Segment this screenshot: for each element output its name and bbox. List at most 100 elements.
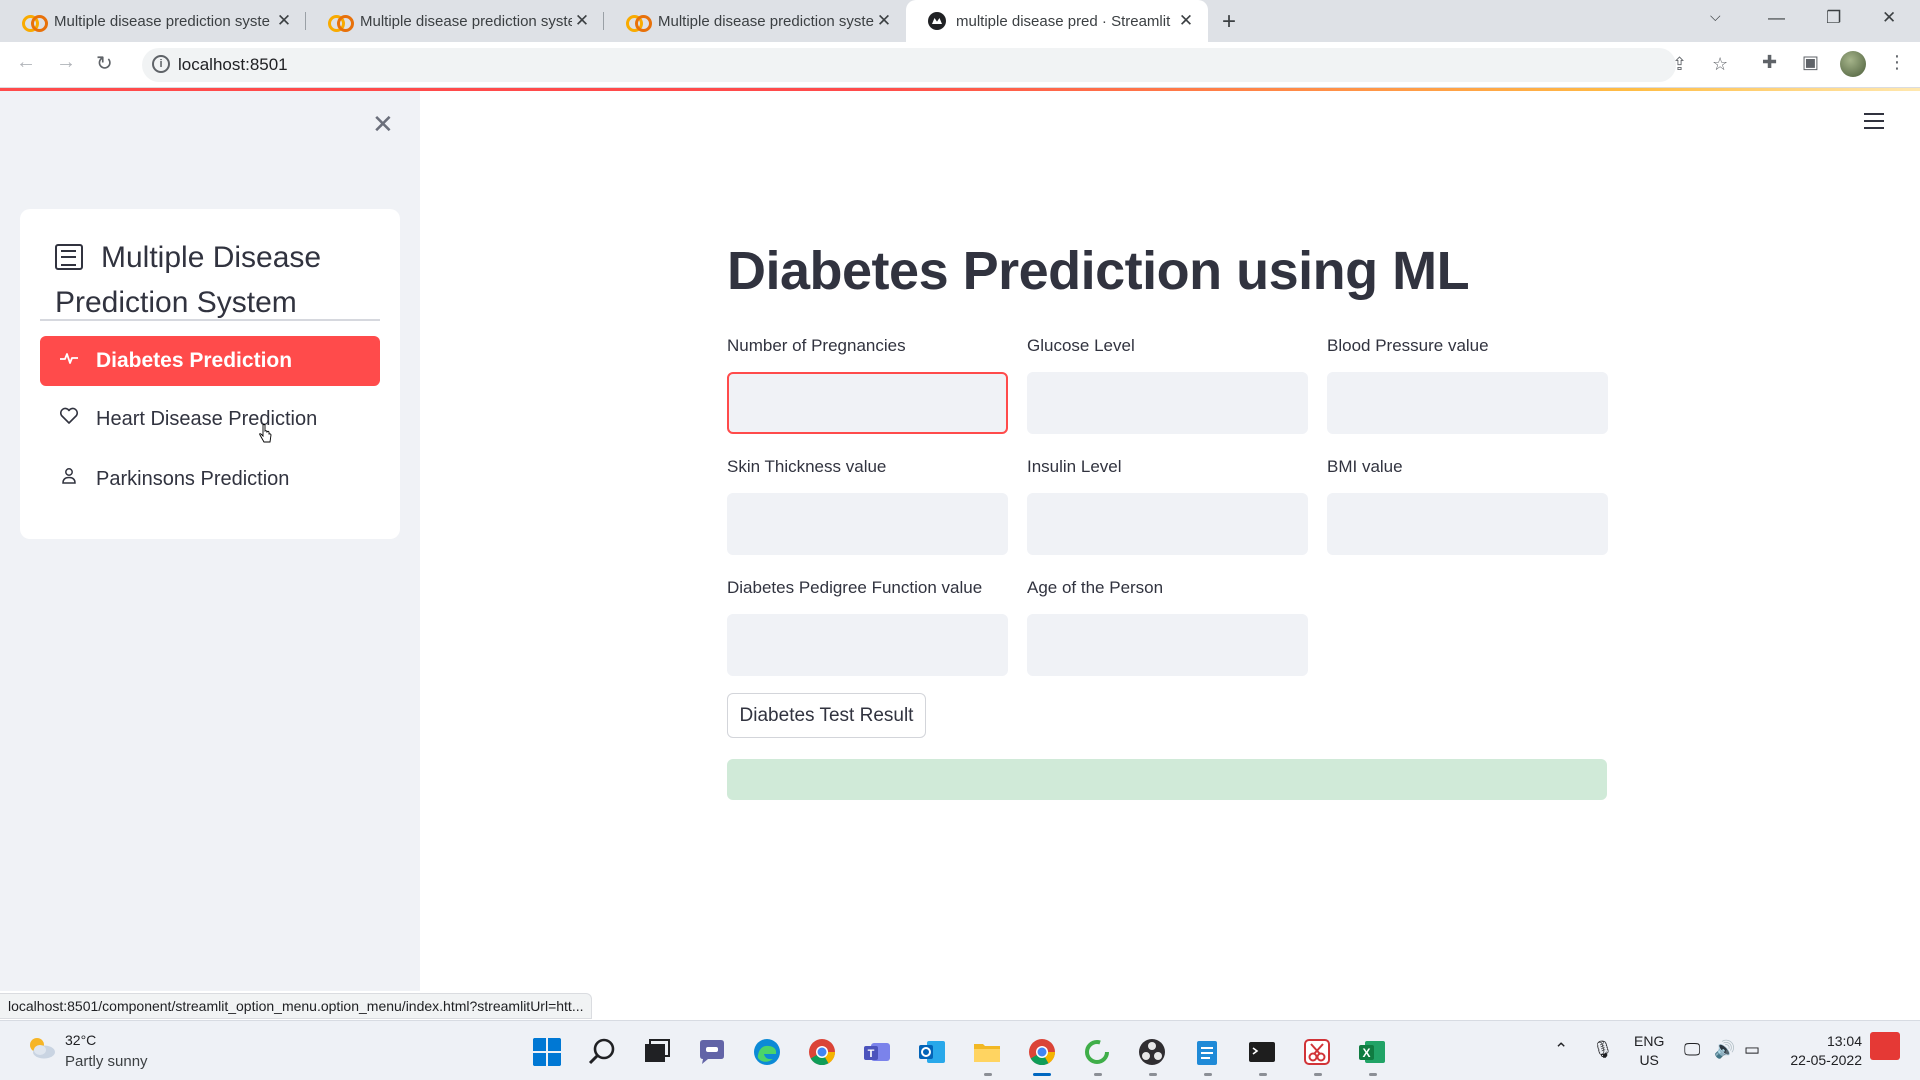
diabetes-test-result-button[interactable]: Diabetes Test Result bbox=[727, 693, 926, 738]
new-tab-icon[interactable]: + bbox=[1222, 8, 1236, 36]
menu-item-label: Heart Disease Prediction bbox=[96, 407, 318, 430]
menu-item-parkinsons-prediction[interactable]: Parkinsons Prediction bbox=[40, 454, 380, 504]
browser-tab[interactable]: Multiple disease prediction syste ✕ bbox=[604, 0, 906, 42]
weather-temperature[interactable]: 32°C bbox=[65, 1032, 96, 1048]
app-menu-icon[interactable] bbox=[1864, 113, 1884, 129]
tab-title: Multiple disease prediction syste bbox=[360, 12, 572, 30]
menu-item-diabetes-prediction[interactable]: Diabetes Prediction bbox=[40, 336, 380, 386]
page-title: Diabetes Prediction using ML bbox=[727, 241, 1470, 301]
pregnancies-input[interactable] bbox=[727, 372, 1008, 434]
forward-icon[interactable]: → bbox=[56, 51, 76, 74]
running-indicator bbox=[1369, 1073, 1377, 1076]
close-window-icon[interactable]: ✕ bbox=[1882, 8, 1896, 28]
insulin-input[interactable] bbox=[1027, 493, 1308, 555]
bmi-input[interactable] bbox=[1327, 493, 1608, 555]
status-url-preview: localhost:8501/component/streamlit_optio… bbox=[0, 993, 593, 1019]
tab-title: Multiple disease prediction syste bbox=[54, 12, 270, 30]
show-hidden-icons-icon[interactable]: ⌃ bbox=[1554, 1040, 1568, 1060]
chrome-icon[interactable] bbox=[807, 1037, 837, 1067]
reload-icon[interactable]: ↻ bbox=[96, 51, 113, 76]
age-input[interactable] bbox=[1027, 614, 1308, 676]
running-indicator bbox=[1094, 1073, 1102, 1076]
field-label: Glucose Level bbox=[1027, 336, 1135, 355]
windows-start-icon[interactable] bbox=[532, 1037, 562, 1067]
close-tab-icon[interactable]: ✕ bbox=[572, 11, 592, 31]
field-label: Insulin Level bbox=[1027, 457, 1122, 476]
sidebar: ✕ Multiple Disease Prediction System Dia… bbox=[0, 91, 420, 991]
clock-date: 22-05-2022 bbox=[1790, 1052, 1862, 1068]
battery-icon[interactable]: ▭ bbox=[1744, 1040, 1760, 1060]
teams-icon[interactable]: T bbox=[862, 1037, 892, 1067]
running-indicator bbox=[1259, 1073, 1267, 1076]
close-tab-icon[interactable]: ✕ bbox=[874, 11, 894, 31]
tab-title: Multiple disease prediction syste bbox=[658, 12, 874, 30]
terminal-icon[interactable] bbox=[1247, 1037, 1277, 1067]
obs-icon[interactable] bbox=[1137, 1037, 1167, 1067]
close-sidebar-icon[interactable]: ✕ bbox=[372, 109, 394, 140]
browser-tab[interactable]: Multiple disease prediction syste ✕ bbox=[306, 0, 604, 42]
url-bar[interactable]: i localhost:8501 ⇪ ☆ bbox=[142, 48, 1728, 82]
restore-icon[interactable]: ❐ bbox=[1826, 8, 1841, 28]
browser-tab[interactable]: Multiple disease prediction syste ✕ bbox=[0, 0, 306, 42]
glucose-input[interactable] bbox=[1027, 372, 1308, 434]
activity-icon bbox=[58, 350, 80, 372]
browser-tab-active[interactable]: multiple disease pred · Streamlit ✕ bbox=[906, 0, 1208, 42]
svg-text:T: T bbox=[868, 1048, 875, 1060]
region-code: US bbox=[1639, 1052, 1659, 1068]
url-text: localhost:8501 bbox=[178, 55, 288, 74]
browser-menu-icon[interactable]: ⋮ bbox=[1888, 52, 1906, 73]
pedigree-function-input[interactable] bbox=[727, 614, 1008, 676]
taskbar: 32°C Partly sunny T X ⌃ 🎙 ENG US 🖵 🔊 ▭ 1… bbox=[0, 1020, 1920, 1080]
notification-badge-icon[interactable] bbox=[1870, 1032, 1900, 1060]
tab-title: multiple disease pred · Streamlit bbox=[956, 12, 1171, 30]
field-label: BMI value bbox=[1327, 457, 1403, 476]
close-tab-icon[interactable]: ✕ bbox=[274, 11, 294, 31]
insulin-field: Insulin Level bbox=[1027, 457, 1308, 555]
streamlit-icon bbox=[928, 12, 946, 30]
field-label: Number of Pregnancies bbox=[727, 336, 906, 355]
colab-icon bbox=[22, 14, 48, 32]
blood-pressure-field: Blood Pressure value bbox=[1327, 336, 1608, 434]
person-icon bbox=[58, 467, 80, 491]
tab-search-icon[interactable]: ⌵ bbox=[1710, 8, 1721, 25]
search-icon[interactable] bbox=[587, 1037, 617, 1067]
svg-text:X: X bbox=[1362, 1046, 1370, 1060]
input-language[interactable]: ENG US bbox=[1634, 1032, 1664, 1070]
microphone-icon[interactable]: 🎙 bbox=[1592, 1040, 1614, 1060]
edge-browser-icon[interactable] bbox=[752, 1037, 782, 1067]
share-icon[interactable]: ⇪ bbox=[1672, 54, 1687, 75]
back-icon[interactable]: ← bbox=[16, 51, 36, 74]
bookmark-star-icon[interactable]: ☆ bbox=[1712, 54, 1728, 75]
minimize-icon[interactable]: — bbox=[1768, 8, 1785, 28]
teams-chat-icon[interactable] bbox=[697, 1037, 727, 1067]
menu-title-text: Multiple Disease Prediction System bbox=[55, 241, 322, 319]
menu-item-heart-disease-prediction[interactable]: Heart Disease Prediction bbox=[40, 394, 380, 444]
extensions-icon[interactable]: ✚ bbox=[1762, 52, 1777, 73]
pregnancies-field: Number of Pregnancies bbox=[727, 336, 1008, 434]
menu-divider bbox=[40, 319, 380, 321]
network-icon[interactable]: 🖵 bbox=[1684, 1040, 1700, 1060]
running-indicator bbox=[1149, 1073, 1157, 1076]
notepad-icon[interactable] bbox=[1192, 1037, 1222, 1067]
field-label: Blood Pressure value bbox=[1327, 336, 1489, 355]
snipping-tool-icon[interactable] bbox=[1302, 1037, 1332, 1067]
colab-icon bbox=[328, 14, 354, 32]
side-panel-icon[interactable]: ▣ bbox=[1802, 52, 1819, 73]
close-tab-icon[interactable]: ✕ bbox=[1176, 11, 1196, 31]
blood-pressure-input[interactable] bbox=[1327, 372, 1608, 434]
clock-time: 13:04 bbox=[1826, 1033, 1862, 1049]
site-info-icon[interactable]: i bbox=[152, 55, 170, 73]
outlook-icon[interactable] bbox=[917, 1037, 947, 1067]
volume-icon[interactable]: 🔊 bbox=[1714, 1040, 1735, 1060]
skin-thickness-input[interactable] bbox=[727, 493, 1008, 555]
excel-icon[interactable]: X bbox=[1357, 1037, 1387, 1067]
ring-app-icon[interactable] bbox=[1082, 1037, 1112, 1067]
profile-avatar[interactable] bbox=[1840, 51, 1866, 77]
weather-description[interactable]: Partly sunny bbox=[65, 1053, 148, 1070]
chrome-icon-active[interactable] bbox=[1027, 1037, 1057, 1067]
option-menu: Multiple Disease Prediction System Diabe… bbox=[20, 209, 400, 539]
clock[interactable]: 13:04 22-05-2022 bbox=[1782, 1032, 1862, 1070]
task-view-icon[interactable] bbox=[642, 1037, 672, 1067]
clipboard-list-icon bbox=[55, 244, 83, 270]
file-explorer-icon[interactable] bbox=[972, 1037, 1002, 1067]
